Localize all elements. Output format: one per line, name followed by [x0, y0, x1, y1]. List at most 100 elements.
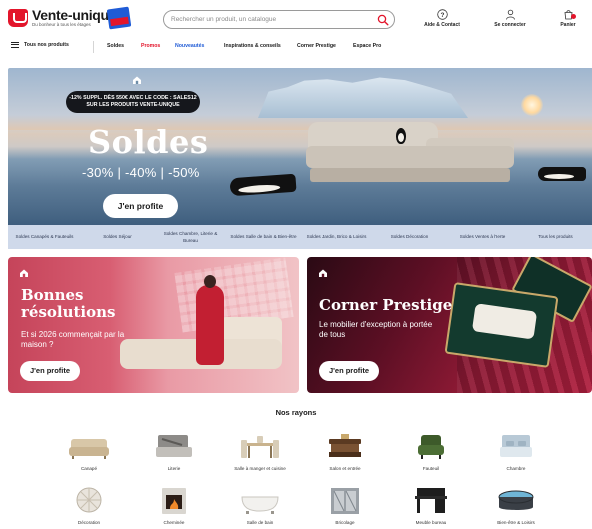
all-products-label: Tous nos produits [24, 42, 69, 48]
home-icon [319, 269, 327, 277]
rayon-item-salle-a-manger[interactable]: Salle à manger et cuisine [217, 431, 303, 471]
nav-item-nouveautes[interactable]: Nouveautés [175, 43, 204, 49]
hero-title: Soldes [88, 123, 209, 161]
search-input[interactable] [171, 13, 371, 26]
card-subtitle: Le mobilier d'exception à portée de tous [319, 320, 433, 339]
nav-divider [93, 41, 94, 53]
subnav-item-sejour[interactable]: Soldes Séjour [81, 225, 154, 249]
sofa-icon [67, 431, 111, 463]
penguin-image [396, 128, 406, 144]
site-logo[interactable]: Vente-unique Du bonheur à tous les étage… [8, 7, 117, 28]
subnav-item-salle-de-bain[interactable]: Soldes Salle de bain & Bien-être [227, 225, 300, 249]
card-cta-button[interactable]: J'en profite [20, 361, 80, 381]
coffee-table-icon [323, 431, 367, 463]
jewelry-box-image [444, 282, 559, 368]
rayon-label: Chambre [506, 466, 526, 471]
help-label: Aide & Contact [424, 22, 460, 28]
rayon-label: Salle de bain [246, 520, 274, 525]
penguin-image [538, 167, 586, 181]
hero-banner[interactable]: -12% SUPPL. DÈS 550€ AVEC LE CODE : SALE… [8, 68, 592, 225]
search-bar [163, 10, 395, 29]
rayon-label: Décoration [77, 520, 101, 525]
promo-code-banner: -12% SUPPL. DÈS 550€ AVEC LE CODE : SALE… [66, 91, 200, 113]
rayon-item-fauteuil[interactable]: Fauteuil [388, 431, 474, 471]
soldes-category-bar: Soldes Canapés & Fauteuils Soldes Séjour… [8, 225, 592, 249]
bathtub-icon [238, 485, 282, 517]
user-icon [505, 9, 515, 20]
rayon-label: Fauteuil [422, 466, 440, 471]
promo-code-line1: -12% SUPPL. DÈS 550€ AVEC LE CODE : SALE… [69, 95, 197, 101]
cart-count-badge [571, 14, 576, 19]
nav-item-inspirations[interactable]: Inspirations & conseils [224, 43, 281, 49]
home-icon [133, 76, 141, 84]
card-title: Bonnes résolutions [21, 286, 116, 321]
bedroom-icon [494, 431, 538, 463]
rayon-item-literie[interactable]: Literie [131, 431, 217, 471]
iceberg-graphic [258, 77, 468, 118]
section-title-rayons: Nos rayons [275, 408, 317, 417]
account-label: Se connecter [494, 22, 526, 28]
promo-card-corner-prestige[interactable]: Corner Prestige Le mobilier d'exception … [307, 257, 592, 393]
brand-tagline: Du bonheur à tous les étages [32, 22, 91, 27]
brand-name: Vente-unique [32, 7, 117, 23]
hamburger-icon [11, 42, 19, 48]
armchair-icon [409, 431, 453, 463]
subnav-item-ventes[interactable]: Soldes Ventes à l'Ierte [446, 225, 519, 249]
rayon-item-chambre[interactable]: Chambre [473, 431, 559, 471]
cart-link[interactable]: Panier [548, 9, 588, 28]
nav-item-espace-pro[interactable]: Espace Pro [353, 43, 381, 49]
bed-icon [152, 431, 196, 463]
nav-item-promos[interactable]: Promos [141, 43, 160, 49]
rayon-label: Salle à manger et cuisine [234, 466, 286, 471]
home-icon [20, 269, 28, 277]
desk-icon [409, 485, 453, 517]
svg-text:?: ? [440, 12, 444, 19]
cart-label: Panier [560, 22, 576, 28]
rayon-label: Cheminée [163, 520, 185, 525]
fireplace-icon [152, 485, 196, 517]
rayon-item-canape[interactable]: Canapé [46, 431, 132, 471]
rayon-label: Salon et entrée [329, 466, 361, 471]
hero-discounts: -30% | -40% | -50% [82, 165, 200, 180]
help-icon: ? [436, 9, 448, 20]
hero-cta-button[interactable]: J'en profite [103, 194, 178, 218]
search-icon[interactable] [377, 14, 389, 26]
rayon-item-salon-entree[interactable]: Salon et entrée [302, 431, 388, 471]
main-nav: Tous nos produits Soldes Promos Nouveaut… [0, 38, 592, 56]
rayon-label: Meuble bureau [415, 520, 447, 525]
soldes-badge-icon [106, 6, 132, 30]
rayon-label: Bien-être & Loisirs [497, 520, 535, 525]
rayon-label: Literie [167, 466, 181, 471]
account-link[interactable]: Se connecter [486, 9, 534, 28]
subnav-item-tous-produits[interactable]: Tous les produits [519, 225, 592, 249]
dining-table-icon [238, 431, 282, 463]
site-header: Vente-unique Du bonheur à tous les étage… [0, 0, 592, 38]
card-subtitle: Et si 2026 commençait par la maison ? [21, 330, 125, 349]
subnav-item-decoration[interactable]: Soldes Décoration [373, 225, 446, 249]
nav-item-corner-prestige[interactable]: Corner Prestige [297, 43, 336, 49]
tools-icon [323, 485, 367, 517]
rayon-item-cheminee[interactable]: Cheminée [131, 485, 217, 525]
rayon-item-meuble-bureau[interactable]: Meuble bureau [388, 485, 474, 525]
sofa-image [306, 120, 516, 188]
rayon-label: Bricolage [335, 520, 355, 525]
rayon-item-bricolage[interactable]: Bricolage [302, 485, 388, 525]
all-products-menu[interactable]: Tous nos produits [11, 42, 69, 48]
promo-card-bonnes-resolutions[interactable]: Bonnes résolutions Et si 2026 commençait… [8, 257, 299, 393]
card-title: Corner Prestige [319, 296, 453, 314]
logo-mark-icon [8, 8, 28, 27]
nav-item-soldes[interactable]: Soldes [107, 43, 124, 49]
decoration-icon [67, 485, 111, 517]
rayon-item-salle-de-bain[interactable]: Salle de bain [217, 485, 303, 525]
help-contact-link[interactable]: ? Aide & Contact [418, 9, 466, 28]
subnav-item-chambre[interactable]: Soldes Chambre, Literie & Bureau [154, 225, 227, 249]
spa-icon [494, 485, 538, 517]
sun-graphic [521, 94, 543, 116]
promo-code-line2: SUR LES PRODUITS VENTE-UNIQUE [86, 102, 180, 109]
rayon-item-bien-etre[interactable]: Bien-être & Loisirs [473, 485, 559, 525]
rayon-item-decoration[interactable]: Décoration [46, 485, 132, 525]
model-image [196, 275, 224, 365]
subnav-item-canapes[interactable]: Soldes Canapés & Fauteuils [8, 225, 81, 249]
card-cta-button[interactable]: J'en profite [319, 361, 379, 381]
subnav-item-jardin[interactable]: Soldes Jardin, Brico & Loisirs [300, 225, 373, 249]
